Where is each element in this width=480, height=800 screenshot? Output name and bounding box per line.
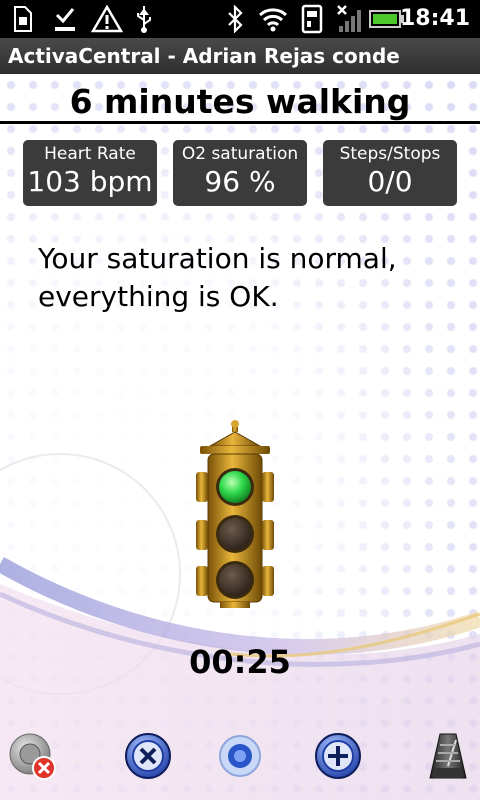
o2-saturation-card: O2 saturation 96 %	[173, 140, 307, 206]
sim-card-icon	[8, 4, 38, 34]
steps-stops-label: Steps/Stops	[339, 144, 441, 164]
phone-storage-icon	[298, 4, 326, 34]
stop-button[interactable]	[120, 728, 176, 784]
clock: 18:41	[399, 6, 470, 31]
record-icon	[219, 735, 261, 777]
download-complete-icon	[50, 4, 80, 34]
green-light	[219, 471, 251, 503]
steps-stops-value: 0/0	[367, 165, 413, 198]
heart-rate-label: Heart Rate	[44, 144, 136, 164]
o2-saturation-value: 96 %	[204, 165, 276, 198]
add-button[interactable]	[310, 728, 366, 784]
o2-saturation-label: O2 saturation	[181, 144, 299, 164]
no-signal-icon	[334, 4, 364, 34]
elapsed-timer: 00:25	[189, 643, 291, 681]
steps-stops-card: Steps/Stops 0/0	[323, 140, 457, 206]
mute-button[interactable]	[6, 728, 62, 784]
add-icon	[315, 733, 361, 779]
heart-rate-value: 103 bpm	[27, 165, 153, 198]
status-bar: 18:41	[0, 0, 480, 38]
warning-icon	[90, 4, 124, 34]
stop-icon	[125, 733, 171, 779]
app-title-bar: ActivaCentral - Adrian Rejas conde	[0, 38, 480, 74]
heart-rate-card: Heart Rate 103 bpm	[23, 140, 157, 206]
record-button[interactable]	[212, 728, 268, 784]
red-light	[219, 564, 251, 596]
bluetooth-icon	[222, 4, 248, 34]
page-title: 6 minutes walking	[69, 82, 411, 121]
volume-off-icon	[9, 733, 56, 780]
wifi-icon	[256, 4, 290, 34]
traffic-light-icon	[196, 420, 274, 608]
status-message: Your saturation is normal, everything is…	[38, 242, 397, 313]
usb-icon	[130, 4, 158, 34]
yellow-light	[219, 518, 251, 550]
metronome-icon	[429, 733, 467, 779]
title-divider	[0, 121, 480, 124]
metronome-button[interactable]	[420, 728, 476, 784]
app-title: ActivaCentral - Adrian Rejas conde	[8, 44, 400, 68]
